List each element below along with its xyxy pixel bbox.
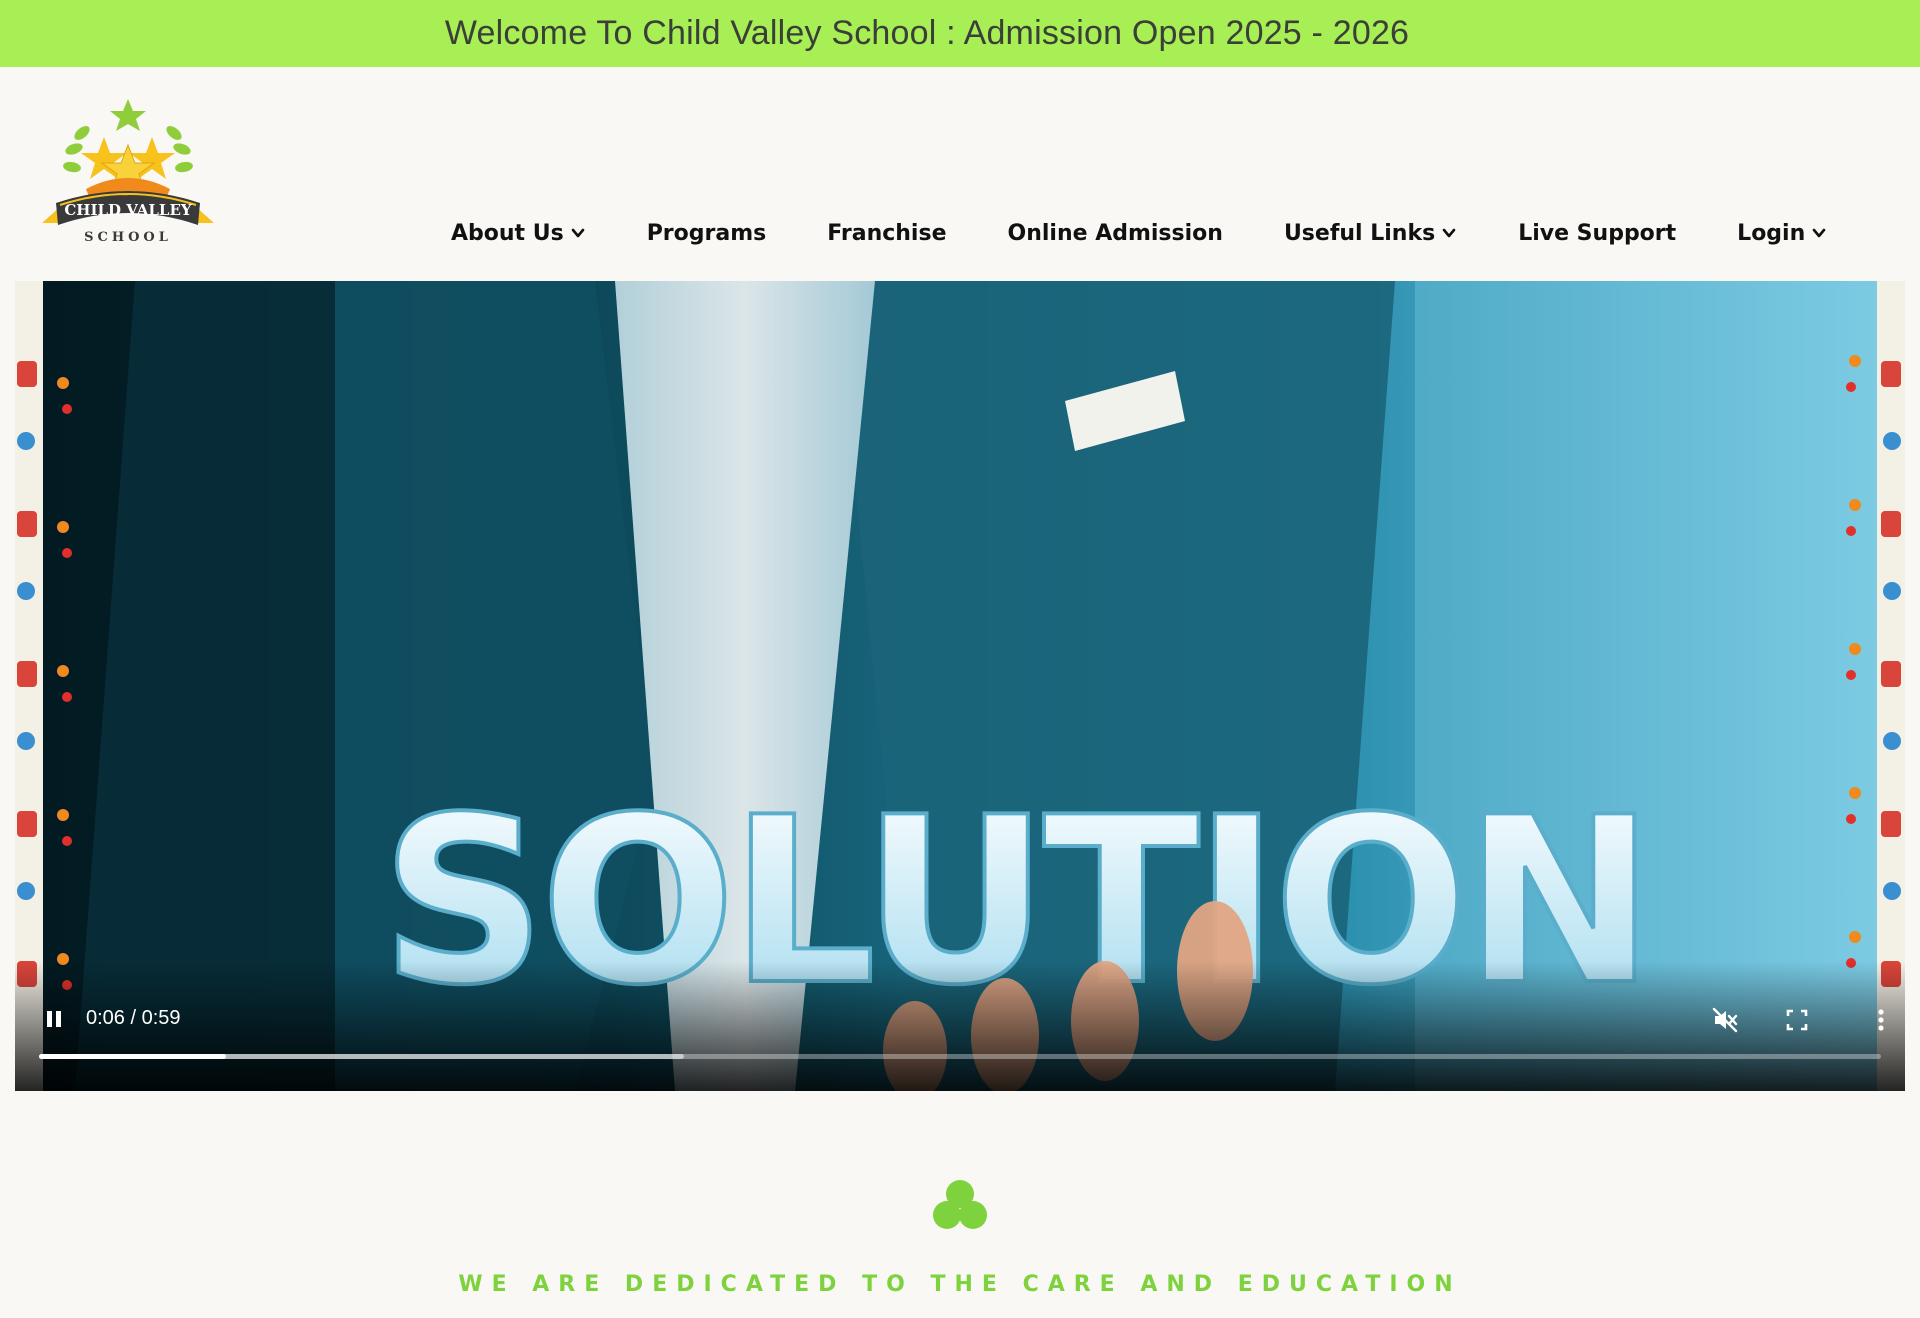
video-played-fill [39, 1054, 227, 1059]
nav-online-admission-label: Online Admission [1007, 220, 1223, 246]
nav-useful-links-label: Useful Links [1283, 220, 1436, 246]
site-header: CHILD VALLEY SCHOOL About Us Programs Fr… [0, 67, 1920, 280]
fullscreen-button[interactable] [1782, 1005, 1812, 1035]
more-options-icon [1878, 1009, 1884, 1031]
logo-emblem-icon: CHILD VALLEY SCHOOL [42, 99, 214, 245]
nav-about-us[interactable]: About Us [451, 221, 586, 246]
nav-useful-links[interactable]: Useful Links [1284, 221, 1457, 246]
video-progress-bar[interactable] [39, 1054, 1881, 1059]
pause-icon [47, 1011, 61, 1027]
chevron-down-icon [1442, 228, 1456, 238]
chevron-down-icon [1812, 228, 1826, 238]
unmute-button[interactable] [1710, 1005, 1740, 1035]
nav-login[interactable]: Login [1737, 221, 1827, 246]
nav-programs[interactable]: Programs [647, 221, 767, 246]
nav-online-admission[interactable]: Online Admission [1008, 221, 1223, 246]
mission-tagline: WE ARE DEDICATED TO THE CARE AND EDUCATI… [458, 1272, 1462, 1297]
nav-live-support[interactable]: Live Support [1518, 221, 1676, 246]
video-time-display: 0:06 / 0:59 [86, 1007, 181, 1029]
logo-text-line1: CHILD VALLEY [64, 201, 192, 219]
chevron-down-icon [571, 228, 584, 238]
nav-programs-label: Programs [646, 220, 767, 246]
nav-login-label: Login [1737, 220, 1806, 246]
announcement-bar: Welcome To Child Valley School : Admissi… [0, 0, 1920, 67]
hero-video-player[interactable]: SOLUTION 0:06 / 0:59 [15, 281, 1905, 1091]
nav-franchise-label: Franchise [827, 220, 947, 246]
more-options-button[interactable] [1873, 1005, 1889, 1035]
school-logo[interactable]: CHILD VALLEY SCHOOL [38, 97, 218, 245]
nav-franchise[interactable]: Franchise [827, 221, 946, 246]
clover-icon [932, 1178, 988, 1238]
nav-live-support-label: Live Support [1518, 220, 1677, 246]
nav-about-us-label: About Us [451, 220, 564, 246]
main-navigation: About Us Programs Franchise Online Admis… [451, 205, 1827, 261]
fullscreen-icon [1786, 1009, 1808, 1031]
video-controls [15, 961, 1905, 1091]
announcement-text: Welcome To Child Valley School : Admissi… [444, 14, 1410, 52]
muted-speaker-icon [1712, 1007, 1738, 1033]
pause-button[interactable] [41, 1006, 67, 1032]
logo-text-line2: SCHOOL [84, 230, 172, 245]
